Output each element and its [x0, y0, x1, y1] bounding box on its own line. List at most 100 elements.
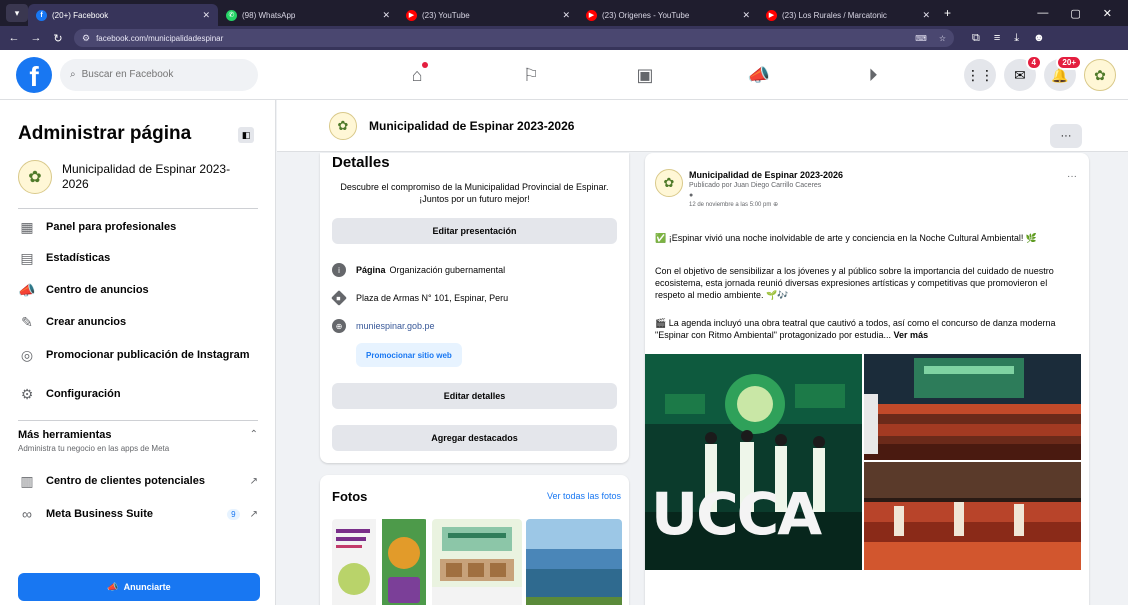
facebook-logo-icon[interactable]: f — [16, 56, 52, 93]
sidebar-divider — [18, 208, 258, 209]
external-link-icon[interactable]: ↗ — [250, 476, 258, 487]
sidebar-item-label: Promocionar publicación de Instagram — [46, 349, 250, 361]
close-tab-icon[interactable]: ✕ — [202, 10, 210, 21]
chevron-up-icon[interactable]: ⌃ — [250, 429, 258, 440]
page-logo-icon[interactable]: ✿ — [329, 111, 357, 140]
bookmark-star-icon[interactable]: ☆ — [939, 34, 946, 43]
edit-details-button[interactable]: Editar detalles — [332, 383, 617, 409]
post-published-by: Publicado por Juan Diego Carrillo Cacere… — [689, 182, 822, 189]
browser-tab[interactable]: ▶ (23) Los Rurales / Marcatonic ✕ — [758, 4, 938, 26]
more-dots-icon: ··· — [1060, 130, 1072, 142]
back-icon[interactable]: ← — [6, 32, 22, 44]
external-link-icon[interactable]: ↗ — [250, 509, 258, 520]
edit-presentation-button[interactable]: Editar presentación — [332, 218, 617, 244]
grid-icon: ⋮⋮ — [966, 66, 994, 83]
photo-thumbnail[interactable] — [432, 519, 522, 605]
more-tools-section[interactable]: Más herramientas Administra tu negocio e… — [18, 429, 258, 453]
menu-grid-button[interactable]: ⋮⋮ — [964, 59, 996, 91]
forward-icon[interactable]: → — [28, 32, 44, 44]
notifications-button[interactable]: 🔔 20+ — [1044, 55, 1082, 91]
manage-page-sidebar: Administrar página ◧ ✿ Municipalidad de … — [0, 100, 276, 605]
photo-thumbnail[interactable] — [526, 519, 622, 605]
group-photo — [864, 354, 1081, 460]
playlist-icon[interactable]: ≡ — [994, 32, 1000, 45]
post-options-icon[interactable]: ··· — [1067, 171, 1077, 182]
close-tab-icon[interactable]: ✕ — [922, 10, 930, 21]
sidebar-tool-item[interactable]: ∞ Meta Business Suite 9 ↗ — [18, 505, 258, 523]
site-info-icon[interactable]: ⚙ — [82, 33, 90, 44]
tab-favicon-icon: ▶ — [586, 9, 597, 21]
browser-tab[interactable]: f (20+) Facebook ✕ — [28, 4, 218, 26]
page-category: Organización gubernamental — [389, 265, 506, 275]
tab-title: (20+) Facebook — [52, 10, 109, 20]
nav-home[interactable]: ⌂ — [360, 50, 474, 100]
browser-menu-button[interactable]: ▾ — [6, 4, 28, 22]
post-page-name[interactable]: Municipalidad de Espinar 2023-2026 — [689, 170, 843, 180]
post-image-dancers[interactable] — [864, 462, 1081, 570]
sidebar-tool-label: Centro de clientes potenciales — [46, 475, 205, 487]
home-notification-dot — [422, 62, 428, 68]
nav-watch[interactable]: ▣ — [588, 50, 702, 100]
sidebar-page-name: Municipalidad de Espinar 2023-2026 — [62, 162, 231, 191]
extension-icon[interactable]: ⧉ — [972, 32, 980, 45]
reload-icon[interactable]: ↻ — [50, 32, 66, 45]
details-heading: Detalles — [332, 154, 390, 171]
post-image-group[interactable] — [864, 354, 1081, 460]
tab-favicon-icon: f — [36, 9, 47, 21]
messenger-button[interactable]: ✉ 4 — [1004, 55, 1042, 91]
post-image-stage[interactable]: UCCA — [645, 354, 862, 570]
browser-tab[interactable]: ✆ (98) WhatsApp ✕ — [218, 4, 398, 26]
tab-title: (23) Origenes - YouTube — [602, 10, 690, 20]
sidebar-title: Administrar página — [18, 123, 192, 144]
page-title[interactable]: Municipalidad de Espinar 2023-2026 — [369, 119, 574, 133]
avatar[interactable]: ✿ — [1084, 59, 1116, 91]
post-page-logo-icon[interactable]: ✿ — [655, 169, 683, 197]
post-date-text: 12 de noviembre a las 5:00 pm — [689, 202, 772, 208]
dancers-photo — [864, 462, 1081, 570]
new-tab-button[interactable]: + — [944, 6, 951, 20]
municipal-seal-icon: ✿ — [1094, 66, 1106, 83]
sidebar-item[interactable]: ⚙ Configuración — [18, 385, 258, 403]
see-all-photos-link[interactable]: Ver todas las fotos — [547, 491, 621, 501]
minimize-icon[interactable]: — — [1037, 7, 1048, 20]
address-text: Plaza de Armas N° 101, Espinar, Peru — [356, 293, 509, 303]
close-window-icon[interactable]: ✕ — [1103, 7, 1112, 20]
nav-flag[interactable]: ⚐ — [474, 50, 588, 100]
sidebar-item-label: Panel para profesionales — [46, 221, 177, 233]
promote-button[interactable]: 📣 Anunciarte — [18, 573, 260, 601]
close-tab-icon[interactable]: ✕ — [382, 10, 390, 21]
sidebar-item[interactable]: ▦ Panel para profesionales — [18, 218, 258, 236]
tab-favicon-icon: ✆ — [226, 9, 237, 21]
sidebar-page-switcher[interactable]: ✿ Municipalidad de Espinar 2023-2026 — [18, 160, 242, 194]
search-input[interactable] — [81, 69, 232, 80]
sidebar-item[interactable]: ▤ Estadísticas — [18, 249, 258, 267]
nav-ads[interactable]: 📣 — [702, 50, 816, 100]
sidebar-item[interactable]: 📣 Centro de anuncios — [18, 281, 258, 299]
add-featured-button[interactable]: Agregar destacados — [332, 425, 617, 451]
see-more-link[interactable]: Ver más — [894, 330, 929, 340]
photo-thumbnail[interactable] — [332, 519, 428, 605]
maximize-icon[interactable]: ▢ — [1070, 7, 1080, 20]
browser-tab[interactable]: ▶ (23) YouTube ✕ — [398, 4, 578, 26]
close-tab-icon[interactable]: ✕ — [562, 10, 570, 21]
nav-play[interactable]: ⏵ — [816, 50, 930, 100]
globe-icon: ⊕ — [332, 319, 346, 333]
promote-website-button[interactable]: Promocionar sitio web — [356, 343, 462, 367]
translate-icon[interactable]: ⌨ — [915, 34, 927, 43]
more-tools-title: Más herramientas — [18, 429, 112, 441]
photos-card: Fotos Ver todas las fotos — [320, 475, 629, 605]
browser-tab[interactable]: ▶ (23) Origenes - YouTube ✕ — [578, 4, 758, 26]
sidebar-item[interactable]: ◎ Promocionar publicación de Instagram — [18, 346, 258, 364]
profile-icon[interactable]: ☻ — [1033, 32, 1045, 45]
photo-poster-image — [332, 519, 428, 605]
website-link[interactable]: muniespinar.gob.pe — [356, 321, 435, 331]
search-box[interactable]: ⌕ — [60, 58, 258, 91]
download-icon[interactable]: ⤓ — [1014, 32, 1019, 45]
sidebar-tool-label: Meta Business Suite — [46, 508, 153, 520]
close-tab-icon[interactable]: ✕ — [742, 10, 750, 21]
url-field[interactable]: ⚙ facebook.com/municipalidadespinar ⌨ ☆ — [74, 29, 954, 47]
sidebar-layout-icon[interactable]: ◧ — [238, 127, 254, 143]
sidebar-item[interactable]: ✎ Crear anuncios — [18, 313, 258, 331]
more-options-button[interactable]: ··· — [1050, 124, 1082, 148]
sidebar-tool-item[interactable]: ▥ Centro de clientes potenciales ↗ — [18, 472, 258, 490]
